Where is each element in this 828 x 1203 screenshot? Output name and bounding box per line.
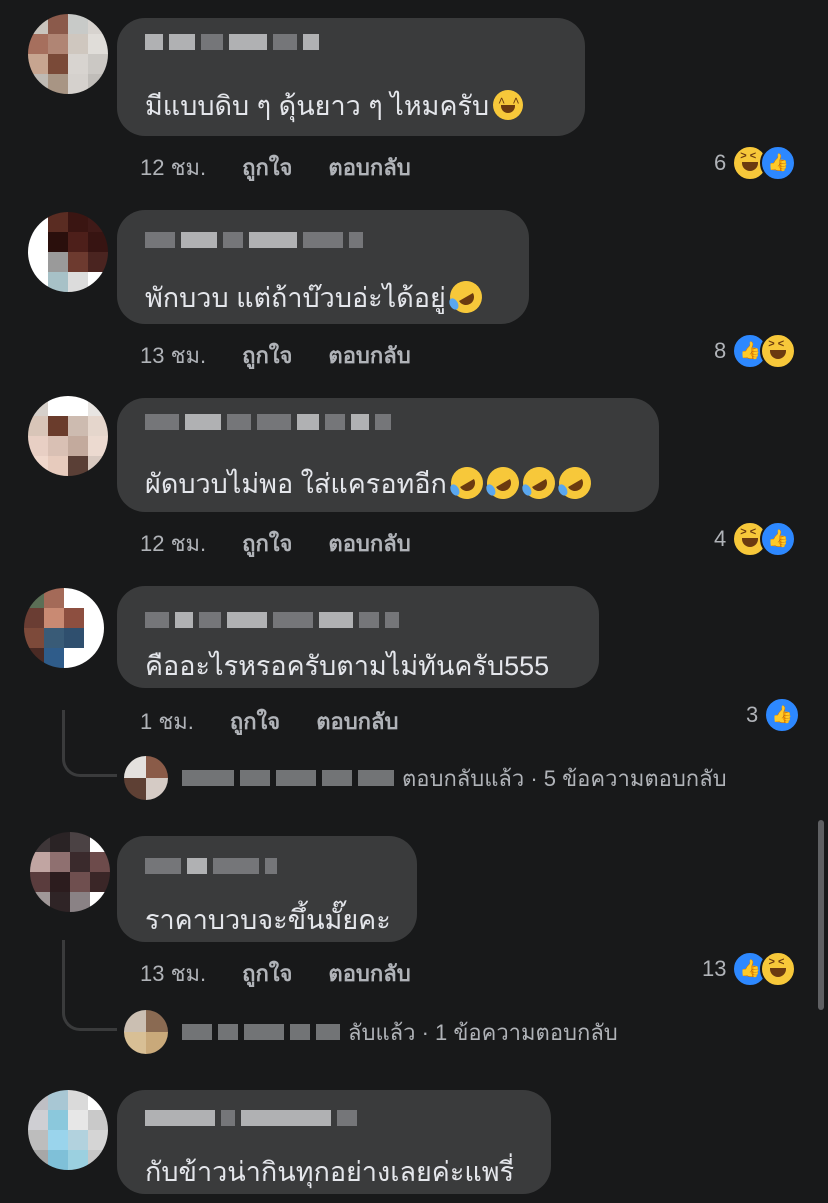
reply-button[interactable]: ตอบกลับ — [316, 704, 398, 739]
like-reaction-icon: 👍 — [764, 697, 801, 733]
comment-bubble: ราคาบวบจะขึ้นมั๊ยคะ — [117, 836, 417, 942]
reaction-summary[interactable]: 4 👍 — [714, 521, 797, 557]
replies-summary: ตอบกลับแล้ว · 5 ข้อความตอบกลับ — [402, 765, 727, 791]
avatar[interactable] — [24, 588, 104, 668]
reply-button[interactable]: ตอบกลับ — [328, 526, 410, 561]
comment-bubble: กับข้าวน่ากินทุกอย่างเลยค่ะแพรี่ — [117, 1090, 551, 1194]
timestamp[interactable]: 13 ชม. — [140, 338, 206, 373]
comment-bubble: มีแบบดิบ ๆ ดุ้นยาว ๆ ไหมครับ — [117, 18, 585, 136]
comment-text: กับข้าวน่ากินทุกอย่างเลยค่ะแพรี่ — [145, 1157, 515, 1187]
like-reaction-icon: 👍 — [760, 521, 797, 557]
reaction-count: 13 — [702, 956, 727, 981]
reaction-summary[interactable]: 8 👍 — [714, 333, 797, 369]
commenter-name-redacted[interactable] — [145, 34, 319, 54]
like-button[interactable]: ถูกใจ — [242, 338, 292, 373]
commenter-name-redacted[interactable] — [145, 858, 277, 878]
avatar[interactable] — [28, 1090, 108, 1170]
avatar[interactable] — [28, 396, 108, 476]
reaction-count: 6 — [714, 150, 727, 175]
rofl-emoji — [443, 275, 488, 319]
comment-bubble: พักบวบ แต่ถ้าบ๊วบอ่ะได้อยู่ — [117, 210, 529, 324]
grinning-squinting-emoji — [493, 90, 524, 120]
comment-meta: 1 ชม. ถูกใจ ตอบกลับ — [140, 704, 398, 739]
reply-avatar — [124, 756, 168, 800]
view-replies-link[interactable]: ตอบกลับแล้ว · 5 ข้อความตอบกลับ — [124, 756, 727, 800]
timestamp[interactable]: 12 ชม. — [140, 150, 206, 185]
comment-meta: 12 ชม. ถูกใจ ตอบกลับ — [140, 150, 411, 185]
like-button[interactable]: ถูกใจ — [242, 150, 292, 185]
reply-thread-line — [62, 710, 117, 777]
like-button[interactable]: ถูกใจ — [242, 526, 292, 561]
commenter-name-redacted[interactable] — [145, 1110, 357, 1130]
rofl-emoji — [517, 461, 561, 505]
reaction-count: 3 — [746, 702, 759, 727]
timestamp[interactable]: 1 ชม. — [140, 704, 194, 739]
timestamp[interactable]: 12 ชม. — [140, 526, 206, 561]
comment-text: ผัดบวบไม่พอ ใส่แครอทอีก — [145, 461, 597, 505]
reply-button[interactable]: ตอบกลับ — [328, 338, 410, 373]
reply-button[interactable]: ตอบกลับ — [328, 150, 410, 185]
commenter-name-redacted[interactable] — [145, 612, 399, 632]
reply-button[interactable]: ตอบกลับ — [328, 956, 410, 991]
replies-summary: ลับแล้ว · 1 ข้อความตอบกลับ — [348, 1019, 618, 1045]
comment-meta: 13 ชม. ถูกใจ ตอบกลับ — [140, 338, 411, 373]
haha-reaction-icon — [760, 951, 797, 987]
replier-name-redacted — [182, 1024, 340, 1040]
rofl-emoji — [481, 461, 525, 505]
haha-reaction-icon — [760, 333, 797, 369]
reply-thread-line — [62, 940, 117, 1031]
rofl-emoji — [553, 461, 597, 505]
comment-bubble: ผัดบวบไม่พอ ใส่แครอทอีก — [117, 398, 659, 512]
comment-bubble: คืออะไรหรอครับตามไม่ทันครับ555 — [117, 586, 599, 688]
comment-meta: 13 ชม. ถูกใจ ตอบกลับ — [140, 956, 411, 991]
rofl-emoji — [445, 461, 489, 505]
avatar[interactable] — [28, 14, 108, 94]
avatar[interactable] — [28, 212, 108, 292]
view-replies-link[interactable]: ลับแล้ว · 1 ข้อความตอบกลับ — [124, 1010, 618, 1054]
reaction-count: 8 — [714, 338, 727, 363]
replier-name-redacted — [182, 770, 394, 786]
reaction-count: 4 — [714, 526, 727, 551]
commenter-name-redacted[interactable] — [145, 414, 391, 434]
avatar[interactable] — [30, 832, 110, 912]
like-button[interactable]: ถูกใจ — [242, 956, 292, 991]
like-reaction-icon: 👍 — [760, 145, 797, 181]
commenter-name-redacted[interactable] — [145, 232, 363, 252]
like-button[interactable]: ถูกใจ — [230, 704, 280, 739]
reaction-summary[interactable]: 6 👍 — [714, 145, 797, 181]
reply-avatar — [124, 1010, 168, 1054]
scrollbar[interactable] — [818, 820, 824, 1010]
reaction-summary[interactable]: 3 👍 — [746, 697, 801, 733]
reaction-summary[interactable]: 13 👍 — [702, 951, 797, 987]
comment-text: ราคาบวบจะขึ้นมั๊ยคะ — [145, 905, 391, 935]
comment-text: พักบวบ แต่ถ้าบ๊วบอ่ะได้อยู่ — [145, 275, 488, 319]
comment-text: คืออะไรหรอครับตามไม่ทันครับ555 — [145, 651, 550, 681]
comment-text: มีแบบดิบ ๆ ดุ้นยาว ๆ ไหมครับ — [145, 84, 524, 127]
timestamp[interactable]: 13 ชม. — [140, 956, 206, 991]
comment-meta: 12 ชม. ถูกใจ ตอบกลับ — [140, 526, 411, 561]
